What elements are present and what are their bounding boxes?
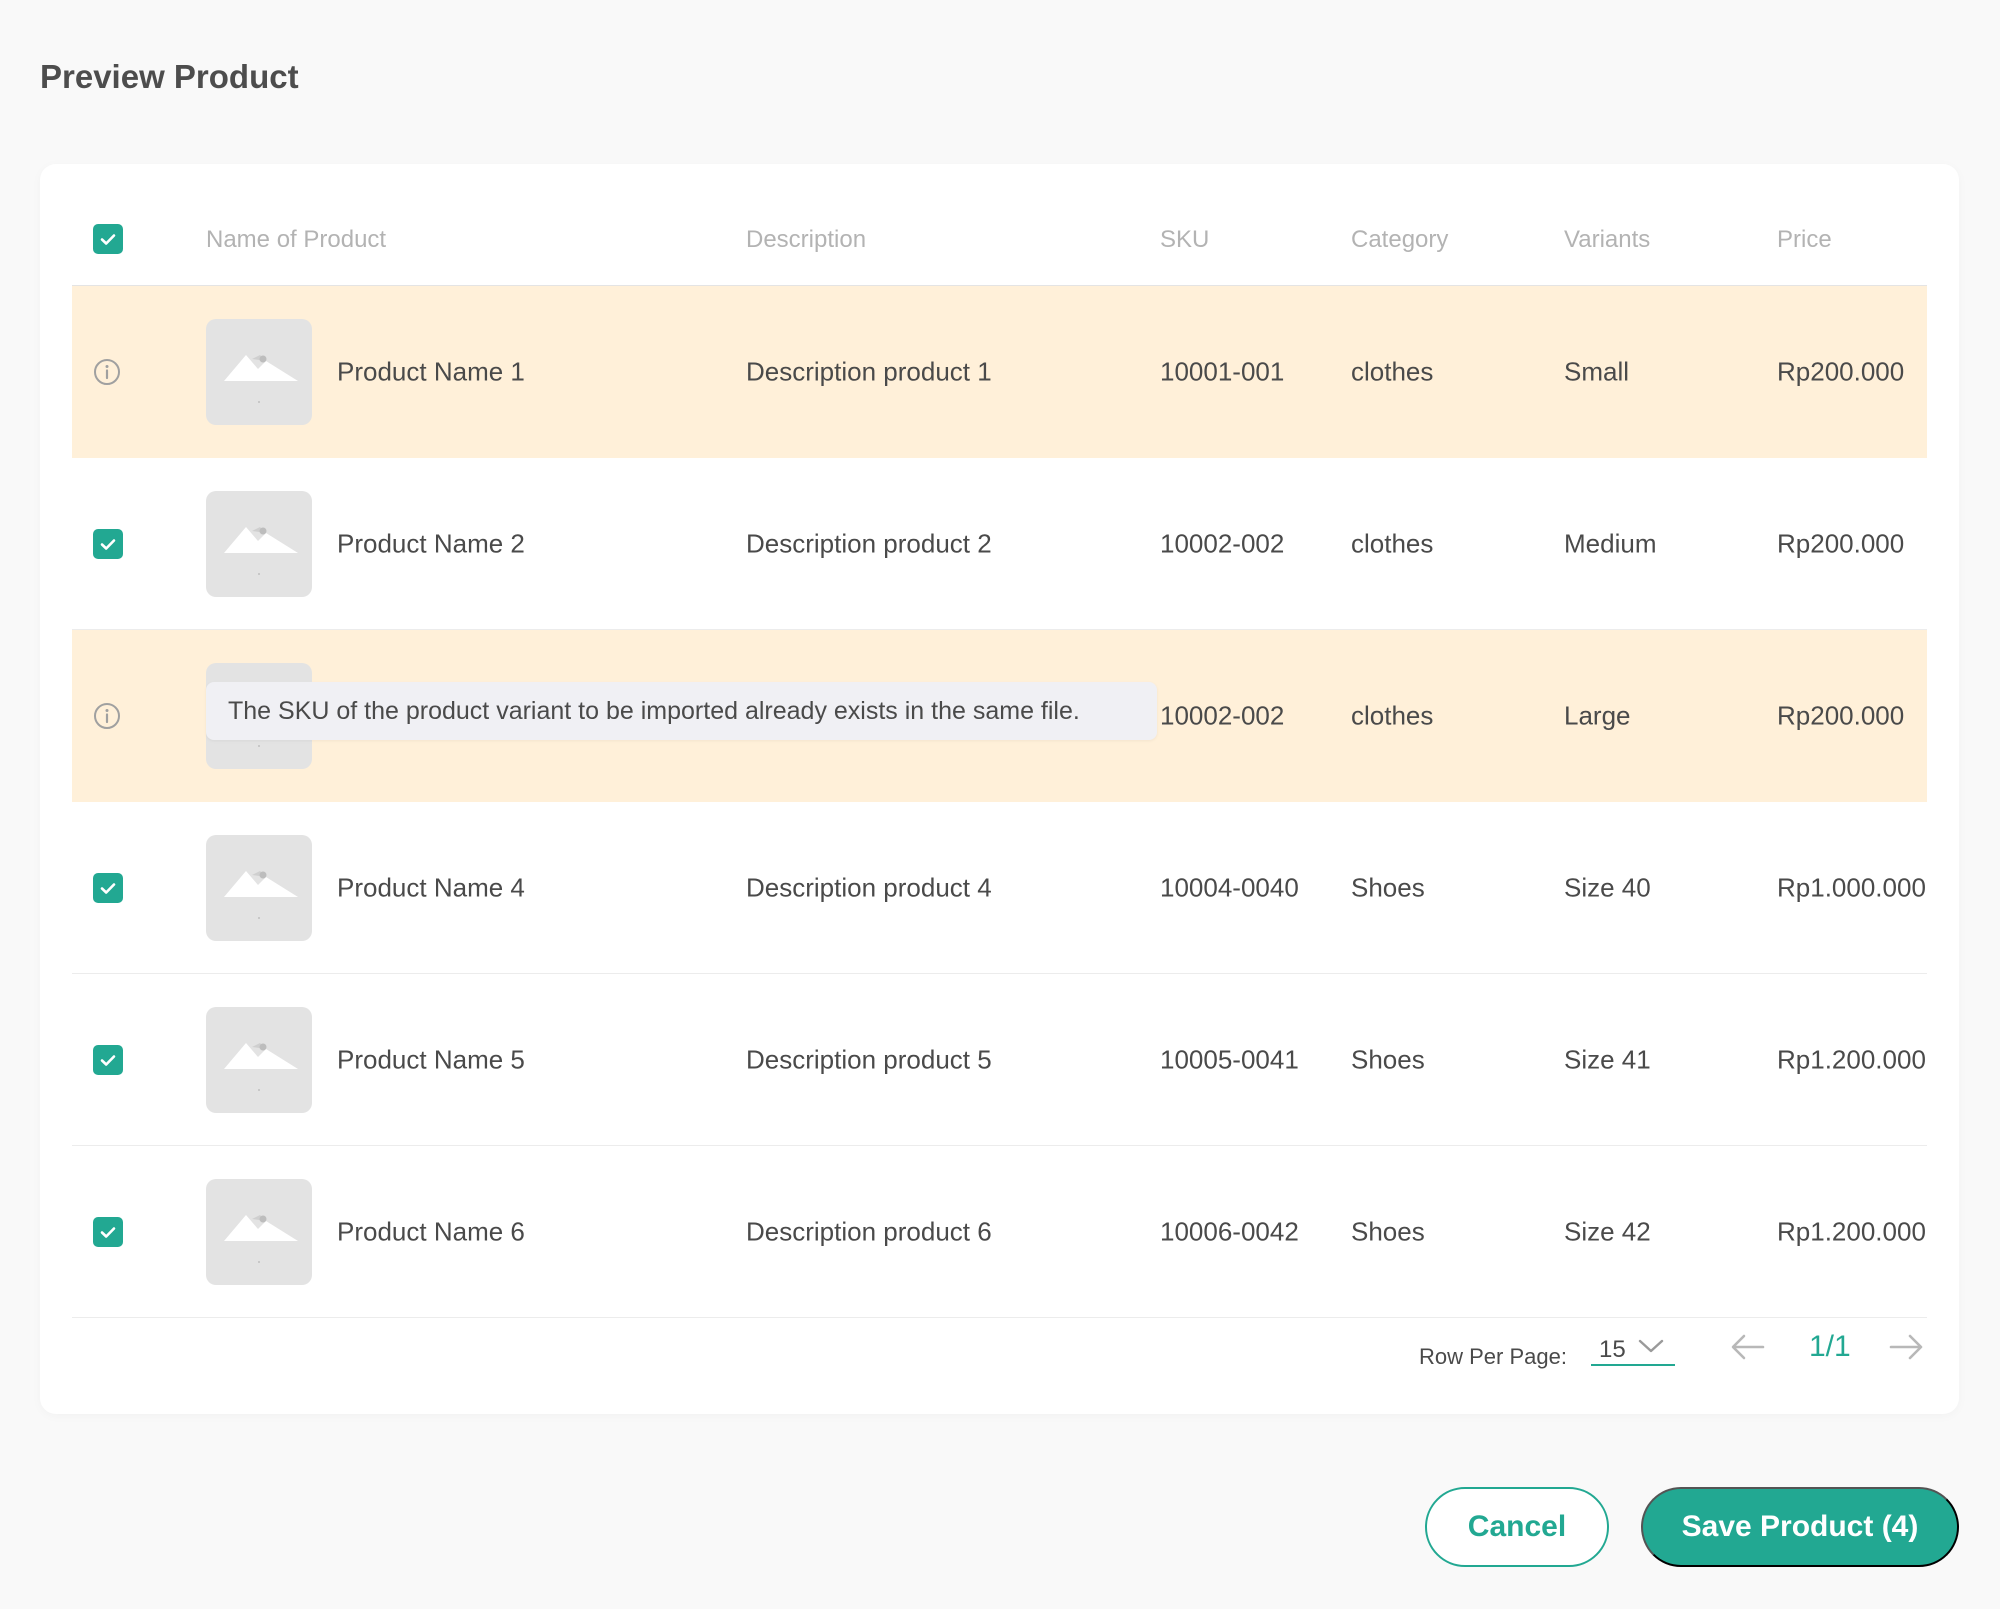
save-product-button[interactable]: Save Product (4) (1641, 1487, 1959, 1567)
row-checkbox[interactable] (93, 872, 123, 903)
product-name: Product Name 6 (337, 1216, 525, 1246)
product-sku: 10006-0042 (1160, 1216, 1299, 1246)
product-variant: Size 42 (1564, 1216, 1651, 1246)
product-sku: 10005-0041 (1160, 1044, 1299, 1074)
image-placeholder-icon (224, 526, 298, 575)
column-header-variants[interactable]: Variants (1564, 226, 1650, 254)
rows-per-page-select[interactable]: 15 (1591, 1324, 1675, 1366)
product-price: Rp1.200.000 (1777, 1044, 1926, 1074)
product-category: clothes (1351, 700, 1434, 730)
check-icon (100, 1054, 116, 1066)
product-table: Name of Product Description SKU Category… (72, 164, 1927, 1318)
product-description: Description product 5 (746, 1044, 992, 1074)
image-placeholder-icon (224, 1042, 298, 1091)
row-checkbox[interactable] (93, 1216, 123, 1247)
pagination-bar: Row Per Page: 15 1/1 (72, 1324, 1927, 1384)
product-sku: 10004-0040 (1160, 872, 1299, 902)
check-icon (100, 538, 116, 550)
image-placeholder-icon (224, 1214, 298, 1263)
product-thumbnail (206, 1178, 312, 1285)
product-description: Description product 6 (746, 1216, 992, 1246)
product-price: Rp200.000 (1777, 356, 1905, 386)
product-description: Description product 2 (746, 528, 992, 558)
image-placeholder-icon (224, 354, 298, 403)
rows-per-page-label: Row Per Page: (1419, 1344, 1567, 1369)
column-header-category[interactable]: Category (1351, 226, 1448, 254)
product-price: Rp200.000 (1777, 700, 1905, 730)
product-variant: Small (1564, 356, 1630, 386)
product-thumbnail (206, 834, 312, 941)
product-sku: 10002-002 (1160, 528, 1285, 558)
check-icon (100, 882, 116, 894)
product-sku: 10001-001 (1160, 356, 1285, 386)
table-row[interactable]: Product Name 2 Description product 2 10002… (72, 458, 1927, 630)
page-title: Preview Product (40, 58, 299, 95)
product-variant: Size 40 (1564, 872, 1651, 902)
sku-duplicate-tooltip: The SKU of the product variant to be imp… (206, 682, 1157, 740)
check-icon (100, 234, 116, 245)
row-checkbox[interactable] (93, 1044, 123, 1075)
column-header-name[interactable]: Name of Product (206, 226, 386, 254)
product-name: Product Name 2 (337, 528, 525, 558)
product-price: Rp1.200.000 (1777, 1216, 1926, 1246)
product-thumbnail (206, 318, 312, 425)
arrow-right-icon[interactable] (1887, 1332, 1925, 1362)
table-row[interactable]: Product Name 4 Description product 4 10004… (72, 802, 1927, 974)
product-name: Product Name 5 (337, 1044, 525, 1074)
check-icon (100, 1226, 116, 1238)
cancel-button[interactable]: Cancel (1425, 1487, 1609, 1567)
info-icon[interactable] (92, 357, 122, 387)
product-sku: 10002-002 (1160, 700, 1285, 730)
product-variant: Size 41 (1564, 1044, 1651, 1074)
select-all-checkbox[interactable] (93, 224, 123, 254)
page-indicator: 1/1 (1809, 1330, 1851, 1363)
preview-product-card: Name of Product Description SKU Category… (40, 164, 1959, 1414)
row-checkbox[interactable] (93, 528, 123, 559)
table-body: Product Name 1 Description product 1 10001… (72, 286, 1927, 1318)
table-row[interactable]: Product Name 1 Description product 1 10001… (72, 286, 1927, 458)
info-icon[interactable] (92, 701, 122, 731)
product-category: Shoes (1351, 1044, 1425, 1074)
product-category: clothes (1351, 528, 1434, 558)
product-price: Rp200.000 (1777, 528, 1905, 558)
product-variant: Medium (1564, 528, 1657, 558)
product-price: Rp1.000.000 (1777, 872, 1926, 902)
table-header: Name of Product Description SKU Category… (72, 164, 1927, 286)
column-header-sku[interactable]: SKU (1160, 226, 1209, 254)
product-thumbnail (206, 490, 312, 597)
product-category: Shoes (1351, 872, 1425, 902)
table-row[interactable]: Product Name 6 Description product 6 10006… (72, 1146, 1927, 1318)
product-thumbnail (206, 1006, 312, 1113)
product-description: Description product 4 (746, 872, 992, 902)
rows-per-page-value: 15 (1599, 1336, 1626, 1363)
table-row[interactable]: Product Name 5 Description product 5 10005… (72, 974, 1927, 1146)
column-header-price[interactable]: Price (1777, 226, 1832, 254)
column-header-description[interactable]: Description (746, 226, 866, 254)
image-placeholder-icon (224, 870, 298, 919)
product-description: Description product 1 (746, 356, 992, 386)
product-name: Product Name 4 (337, 872, 525, 902)
arrow-left-icon[interactable] (1729, 1332, 1767, 1362)
chevron-down-icon (1638, 1339, 1664, 1353)
product-category: clothes (1351, 356, 1434, 386)
product-variant: Large (1564, 700, 1631, 730)
product-name: Product Name 1 (337, 356, 525, 386)
table-row[interactable]: 10002-002 clothes Large Rp200.000 The SKU of… (72, 630, 1927, 802)
product-category: Shoes (1351, 1216, 1425, 1246)
